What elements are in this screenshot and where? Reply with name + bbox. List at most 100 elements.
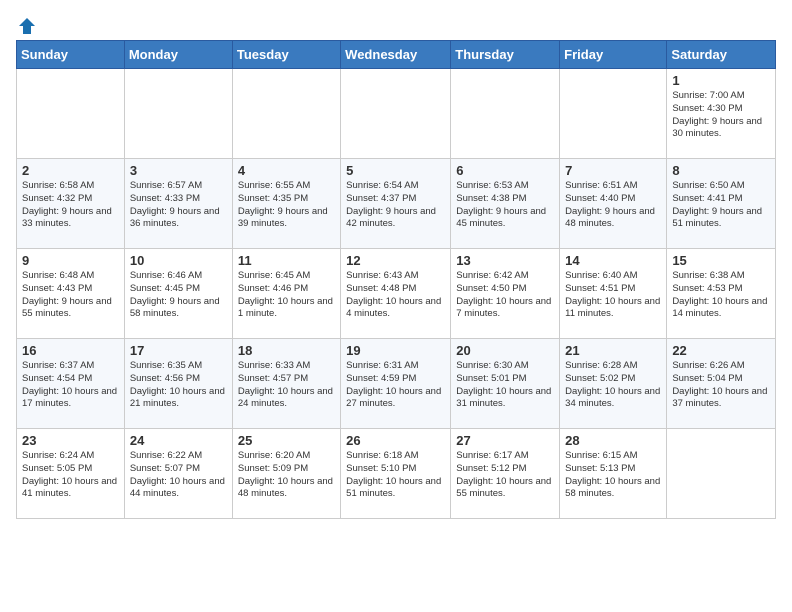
calendar-cell: 14 Sunrise: 6:40 AM Sunset: 4:51 PM Dayli… [560,249,667,339]
day-number: 12 [346,253,445,268]
day-number: 6 [456,163,554,178]
day-number: 8 [672,163,770,178]
day-info: Sunrise: 6:18 AM Sunset: 5:10 PM Dayligh… [346,450,445,501]
calendar-cell: 20 Sunrise: 6:30 AM Sunset: 5:01 PM Dayli… [451,339,560,429]
calendar-week-row: 9 Sunrise: 6:48 AM Sunset: 4:43 PM Daylig… [17,249,776,339]
day-number: 10 [130,253,227,268]
day-info: Sunrise: 6:38 AM Sunset: 4:53 PM Dayligh… [672,270,770,321]
day-info: Sunrise: 6:28 AM Sunset: 5:02 PM Dayligh… [565,360,661,411]
day-info: Sunrise: 6:57 AM Sunset: 4:33 PM Dayligh… [130,180,227,231]
day-info: Sunrise: 6:33 AM Sunset: 4:57 PM Dayligh… [238,360,335,411]
day-number: 2 [22,163,119,178]
day-number: 25 [238,433,335,448]
day-number: 1 [672,73,770,88]
day-info: Sunrise: 6:17 AM Sunset: 5:12 PM Dayligh… [456,450,554,501]
weekday-header-tuesday: Tuesday [232,41,340,69]
calendar-cell: 21 Sunrise: 6:28 AM Sunset: 5:02 PM Dayli… [560,339,667,429]
day-info: Sunrise: 6:48 AM Sunset: 4:43 PM Dayligh… [22,270,119,321]
page-header [16,16,776,32]
day-info: Sunrise: 6:40 AM Sunset: 4:51 PM Dayligh… [565,270,661,321]
weekday-header-monday: Monday [124,41,232,69]
day-number: 15 [672,253,770,268]
weekday-header-friday: Friday [560,41,667,69]
day-number: 16 [22,343,119,358]
day-info: Sunrise: 7:00 AM Sunset: 4:30 PM Dayligh… [672,90,770,141]
calendar-cell [232,69,340,159]
calendar-cell: 26 Sunrise: 6:18 AM Sunset: 5:10 PM Dayli… [341,429,451,519]
calendar-week-row: 16 Sunrise: 6:37 AM Sunset: 4:54 PM Dayli… [17,339,776,429]
day-number: 17 [130,343,227,358]
day-number: 28 [565,433,661,448]
day-number: 21 [565,343,661,358]
calendar-header-row: SundayMondayTuesdayWednesdayThursdayFrid… [17,41,776,69]
logo [16,16,38,32]
weekday-header-wednesday: Wednesday [341,41,451,69]
day-info: Sunrise: 6:20 AM Sunset: 5:09 PM Dayligh… [238,450,335,501]
day-number: 23 [22,433,119,448]
calendar-cell [667,429,776,519]
day-info: Sunrise: 6:50 AM Sunset: 4:41 PM Dayligh… [672,180,770,231]
day-number: 24 [130,433,227,448]
day-info: Sunrise: 6:58 AM Sunset: 4:32 PM Dayligh… [22,180,119,231]
calendar-cell: 5 Sunrise: 6:54 AM Sunset: 4:37 PM Daylig… [341,159,451,249]
calendar-cell: 2 Sunrise: 6:58 AM Sunset: 4:32 PM Daylig… [17,159,125,249]
weekday-header-saturday: Saturday [667,41,776,69]
calendar-cell: 8 Sunrise: 6:50 AM Sunset: 4:41 PM Daylig… [667,159,776,249]
calendar-cell: 16 Sunrise: 6:37 AM Sunset: 4:54 PM Dayli… [17,339,125,429]
day-number: 22 [672,343,770,358]
calendar-cell: 19 Sunrise: 6:31 AM Sunset: 4:59 PM Dayli… [341,339,451,429]
day-number: 18 [238,343,335,358]
calendar-cell: 6 Sunrise: 6:53 AM Sunset: 4:38 PM Daylig… [451,159,560,249]
day-info: Sunrise: 6:53 AM Sunset: 4:38 PM Dayligh… [456,180,554,231]
day-number: 11 [238,253,335,268]
calendar-cell: 27Sunrise: 6:17 AM Sunset: 5:12 PM Dayli… [451,429,560,519]
day-info: Sunrise: 6:35 AM Sunset: 4:56 PM Dayligh… [130,360,227,411]
day-number: 4 [238,163,335,178]
day-number: 14 [565,253,661,268]
day-number: 3 [130,163,227,178]
weekday-header-sunday: Sunday [17,41,125,69]
day-info: Sunrise: 6:54 AM Sunset: 4:37 PM Dayligh… [346,180,445,231]
calendar-cell: 7Sunrise: 6:51 AM Sunset: 4:40 PM Daylig… [560,159,667,249]
calendar-cell: 4 Sunrise: 6:55 AM Sunset: 4:35 PM Daylig… [232,159,340,249]
calendar-week-row: 1 Sunrise: 7:00 AM Sunset: 4:30 PM Daylig… [17,69,776,159]
calendar-table: SundayMondayTuesdayWednesdayThursdayFrid… [16,40,776,519]
calendar-week-row: 23Sunrise: 6:24 AM Sunset: 5:05 PM Dayli… [17,429,776,519]
calendar-cell: 25 Sunrise: 6:20 AM Sunset: 5:09 PM Dayli… [232,429,340,519]
calendar-cell: 1 Sunrise: 7:00 AM Sunset: 4:30 PM Daylig… [667,69,776,159]
day-info: Sunrise: 6:43 AM Sunset: 4:48 PM Dayligh… [346,270,445,321]
day-info: Sunrise: 6:51 AM Sunset: 4:40 PM Dayligh… [565,180,661,231]
calendar-cell: 28 Sunrise: 6:15 AM Sunset: 5:13 PM Dayli… [560,429,667,519]
calendar-cell [17,69,125,159]
logo-icon [17,16,37,36]
calendar-cell: 9 Sunrise: 6:48 AM Sunset: 4:43 PM Daylig… [17,249,125,339]
day-info: Sunrise: 6:46 AM Sunset: 4:45 PM Dayligh… [130,270,227,321]
calendar-cell [124,69,232,159]
calendar-cell: 12 Sunrise: 6:43 AM Sunset: 4:48 PM Dayli… [341,249,451,339]
calendar-cell: 18 Sunrise: 6:33 AM Sunset: 4:57 PM Dayli… [232,339,340,429]
day-number: 9 [22,253,119,268]
calendar-cell: 15 Sunrise: 6:38 AM Sunset: 4:53 PM Dayli… [667,249,776,339]
day-number: 20 [456,343,554,358]
day-info: Sunrise: 6:55 AM Sunset: 4:35 PM Dayligh… [238,180,335,231]
day-info: Sunrise: 6:26 AM Sunset: 5:04 PM Dayligh… [672,360,770,411]
day-info: Sunrise: 6:37 AM Sunset: 4:54 PM Dayligh… [22,360,119,411]
calendar-cell: 10 Sunrise: 6:46 AM Sunset: 4:45 PM Dayli… [124,249,232,339]
day-number: 26 [346,433,445,448]
calendar-cell: 17 Sunrise: 6:35 AM Sunset: 4:56 PM Dayli… [124,339,232,429]
calendar-cell: 13Sunrise: 6:42 AM Sunset: 4:50 PM Dayli… [451,249,560,339]
day-number: 19 [346,343,445,358]
day-info: Sunrise: 6:15 AM Sunset: 5:13 PM Dayligh… [565,450,661,501]
day-info: Sunrise: 6:31 AM Sunset: 4:59 PM Dayligh… [346,360,445,411]
calendar-cell [451,69,560,159]
day-info: Sunrise: 6:42 AM Sunset: 4:50 PM Dayligh… [456,270,554,321]
day-info: Sunrise: 6:22 AM Sunset: 5:07 PM Dayligh… [130,450,227,501]
calendar-cell: 11 Sunrise: 6:45 AM Sunset: 4:46 PM Dayli… [232,249,340,339]
weekday-header-thursday: Thursday [451,41,560,69]
calendar-week-row: 2 Sunrise: 6:58 AM Sunset: 4:32 PM Daylig… [17,159,776,249]
day-info: Sunrise: 6:45 AM Sunset: 4:46 PM Dayligh… [238,270,335,321]
day-info: Sunrise: 6:30 AM Sunset: 5:01 PM Dayligh… [456,360,554,411]
calendar-cell: 3 Sunrise: 6:57 AM Sunset: 4:33 PM Daylig… [124,159,232,249]
calendar-cell [560,69,667,159]
day-number: 5 [346,163,445,178]
